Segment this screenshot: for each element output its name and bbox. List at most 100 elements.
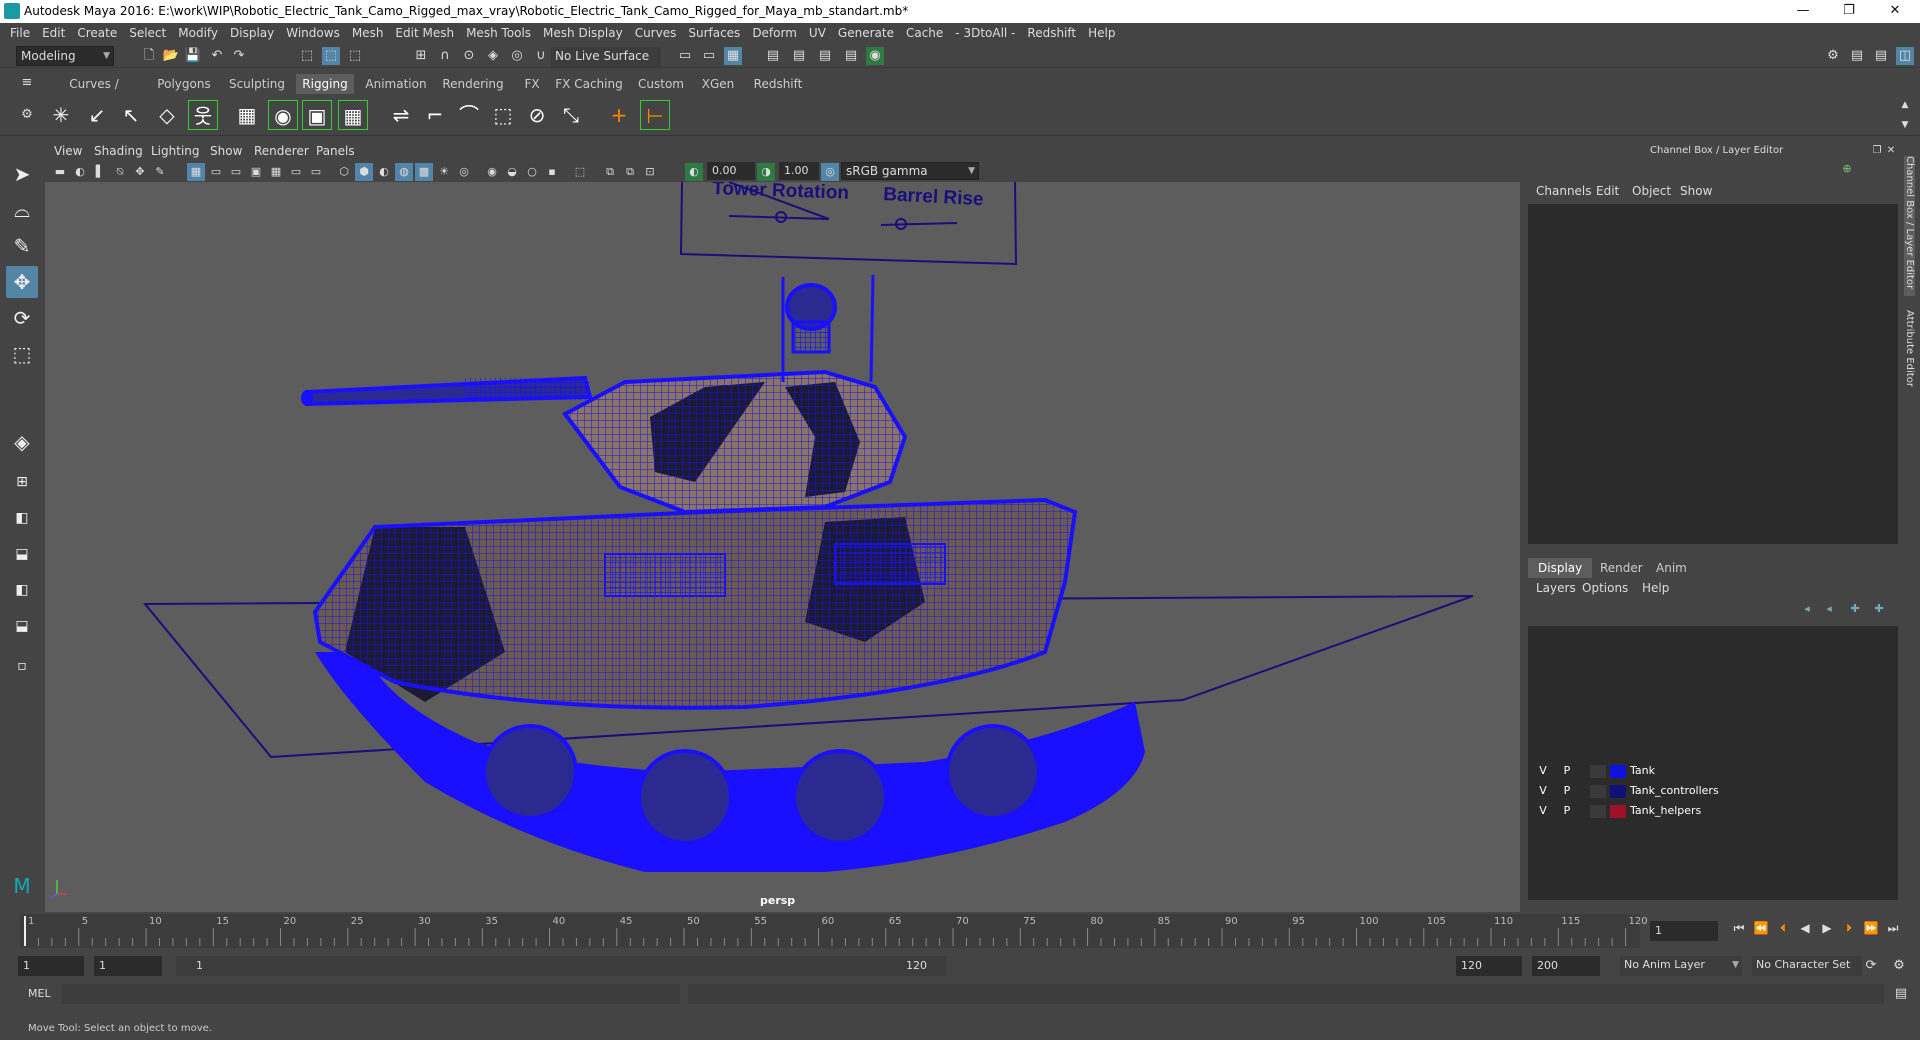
menu-display[interactable]: Display (224, 23, 280, 44)
ik-handle-icon[interactable]: ↙ (82, 100, 112, 130)
two-d-pan-icon[interactable]: ✥ (131, 163, 149, 181)
snap-point-icon[interactable]: ⊙ (460, 47, 478, 65)
visibility-toggle[interactable]: V (1536, 804, 1550, 817)
menu-uv[interactable]: UV (803, 23, 832, 44)
layer-name[interactable]: Tank_helpers (1630, 804, 1701, 817)
snap-view-icon[interactable]: ◈ (484, 47, 502, 65)
gamma-icon[interactable]: ◑ (757, 163, 775, 181)
move-layer-down-icon[interactable]: ◂ (1820, 600, 1838, 618)
new-scene-icon[interactable]: 🗋 (140, 47, 158, 65)
timeline-track[interactable]: 1 5 10 15 20 25 30 35 40 45 50 55 60 65 70 75 80 85 90 95 10… (20, 914, 1648, 948)
render-view-icon[interactable]: ▤ (816, 47, 834, 65)
motion-blur-icon[interactable]: ◉ (483, 163, 501, 181)
restore-button[interactable]: ❐ (1826, 0, 1872, 23)
animation-preferences-icon[interactable]: ⚙ (1890, 957, 1908, 975)
panel-menu-view[interactable]: View (54, 144, 82, 158)
shadows-icon[interactable]: ☀ (435, 163, 453, 181)
workspace-icon[interactable]: ⚙ (1824, 47, 1842, 65)
layer-row-tank-controllers[interactable]: V P Tank_controllers (1528, 782, 1898, 802)
open-scene-icon[interactable]: 📂 (162, 47, 180, 65)
menu-select[interactable]: Select (123, 23, 172, 44)
playback-start-field[interactable]: 1 (94, 956, 162, 976)
tab-display[interactable]: Display (1528, 558, 1593, 578)
playback-toggle[interactable]: P (1560, 764, 1574, 777)
shelf-options-icon[interactable]: ⚙ (18, 106, 36, 124)
safe-title-icon[interactable]: ▭ (307, 163, 325, 181)
auto-key-icon[interactable]: ⟳ (1862, 957, 1880, 975)
menu-set-dropdown[interactable]: Modeling ▼ (16, 46, 114, 66)
shelf-tab-rendering[interactable]: Rendering (438, 74, 508, 94)
depth-of-field-icon[interactable]: ○ (523, 163, 541, 181)
script-editor-icon[interactable]: ▤ (1892, 985, 1910, 1003)
go-to-start-icon[interactable]: ⏮ (1730, 919, 1748, 937)
anim-layer-dropdown[interactable]: No Anim Layer ▼ (1620, 956, 1742, 976)
edit-menu[interactable]: Edit (1596, 184, 1619, 198)
shelf-tab-rigging[interactable]: Rigging (296, 74, 354, 94)
tank-mesh[interactable] (301, 274, 1145, 872)
select-tool-icon[interactable]: ➤ (6, 158, 38, 190)
snap-surface-icon[interactable]: ◎ (508, 47, 526, 65)
layer-color-swatch[interactable] (1610, 805, 1626, 818)
panel-menu-renderer[interactable]: Renderer (254, 144, 309, 158)
new-layer-selected-icon[interactable]: ✚ (1870, 600, 1888, 618)
film-gate-icon[interactable]: ▭ (207, 163, 225, 181)
save-scene-icon[interactable]: 💾 (184, 47, 202, 65)
parent-constraint-icon[interactable]: + (604, 100, 634, 130)
view-transform-dropdown[interactable]: sRGB gamma ▼ (841, 162, 979, 180)
current-frame-field[interactable]: 1 (1650, 921, 1718, 941)
outliner-layout-icon[interactable]: ⬓ (6, 610, 38, 642)
layer-color-swatch[interactable] (1610, 765, 1626, 778)
hypershade-icon[interactable]: ▤ (790, 47, 808, 65)
perspective-viewport[interactable]: Tower Rotation Barrel Rise persp (45, 182, 1520, 912)
paint-weights-icon[interactable]: ▦ (338, 100, 368, 130)
use-all-lights-icon[interactable]: ▩ (415, 163, 433, 181)
attribute-editor-toggle-icon[interactable]: ▤ (1872, 47, 1890, 65)
shelf-scroll-up-icon[interactable]: ▲ (1896, 96, 1914, 114)
render-frame-icon[interactable]: ▭ (700, 47, 718, 65)
rotate-tool-icon[interactable]: ⟳ (6, 302, 38, 334)
four-view-layout-icon[interactable]: ⊞ (6, 466, 38, 498)
panel-menu-show[interactable]: Show (210, 144, 242, 158)
scale-tool-icon[interactable]: ⬚ (6, 338, 38, 370)
textured-icon[interactable]: ◍ (395, 163, 413, 181)
panel-menu-lighting[interactable]: Lighting (151, 144, 200, 158)
menu-help[interactable]: Help (1082, 23, 1121, 44)
exposure-field[interactable]: 0.00 (707, 162, 755, 180)
persp-graph-layout-icon[interactable]: ⬓ (6, 538, 38, 570)
playback-toggle[interactable]: P (1560, 804, 1574, 817)
display-type-box[interactable] (1590, 805, 1606, 818)
undo-icon[interactable]: ↶ (208, 47, 226, 65)
shelf-tab-fx-caching[interactable]: FX Caching (554, 74, 624, 94)
smooth-bind-icon[interactable]: ◉ (268, 100, 298, 130)
image-plane-icon[interactable]: ⍉ (111, 163, 129, 181)
bind-skin-icon[interactable]: ▦ (232, 100, 262, 130)
redshift-icon[interactable]: ◉ (866, 47, 884, 65)
layers-menu[interactable]: Layers (1536, 581, 1576, 595)
shelf-tab-animation[interactable]: Animation (362, 74, 430, 94)
shelf-tab-sculpting[interactable]: Sculpting (226, 74, 288, 94)
layer-color-swatch[interactable] (1610, 785, 1626, 798)
channels-menu[interactable]: Channels (1536, 184, 1592, 198)
options-menu[interactable]: Options (1582, 581, 1628, 595)
lasso-tool-icon[interactable]: ⌓ (6, 194, 38, 226)
shelf-tab-fx[interactable]: FX (520, 74, 544, 94)
persp-outliner-layout-icon[interactable]: ◧ (6, 502, 38, 534)
ik-spline-icon[interactable]: ↖ (116, 100, 146, 130)
object-menu[interactable]: Object (1632, 184, 1671, 198)
insert-joint-icon[interactable]: ◇ (152, 100, 182, 130)
xray-icon[interactable]: ⬚ (571, 163, 589, 181)
wireframe-on-shaded-icon[interactable]: ◐ (375, 163, 393, 181)
bookmark-icon[interactable]: ▌ (91, 163, 109, 181)
locator-icon[interactable]: ⇌ (386, 100, 416, 130)
menu-modify[interactable]: Modify (172, 23, 224, 44)
tab-channel-box[interactable]: Channel Box / Layer Editor (1904, 156, 1915, 296)
menu-edit-mesh[interactable]: Edit Mesh (389, 23, 460, 44)
screen-space-ao-icon[interactable]: ◎ (455, 163, 473, 181)
tab-render[interactable]: Render (1590, 558, 1653, 578)
channel-box-toggle-icon[interactable]: ▤ (1848, 47, 1866, 65)
quick-rig-icon[interactable]: 웃 (188, 100, 218, 130)
animation-end-field[interactable]: 200 (1532, 956, 1600, 976)
interactive-bind-icon[interactable]: ▣ (302, 100, 332, 130)
menu-edit[interactable]: Edit (36, 23, 71, 44)
channel-box-area[interactable] (1528, 204, 1898, 544)
